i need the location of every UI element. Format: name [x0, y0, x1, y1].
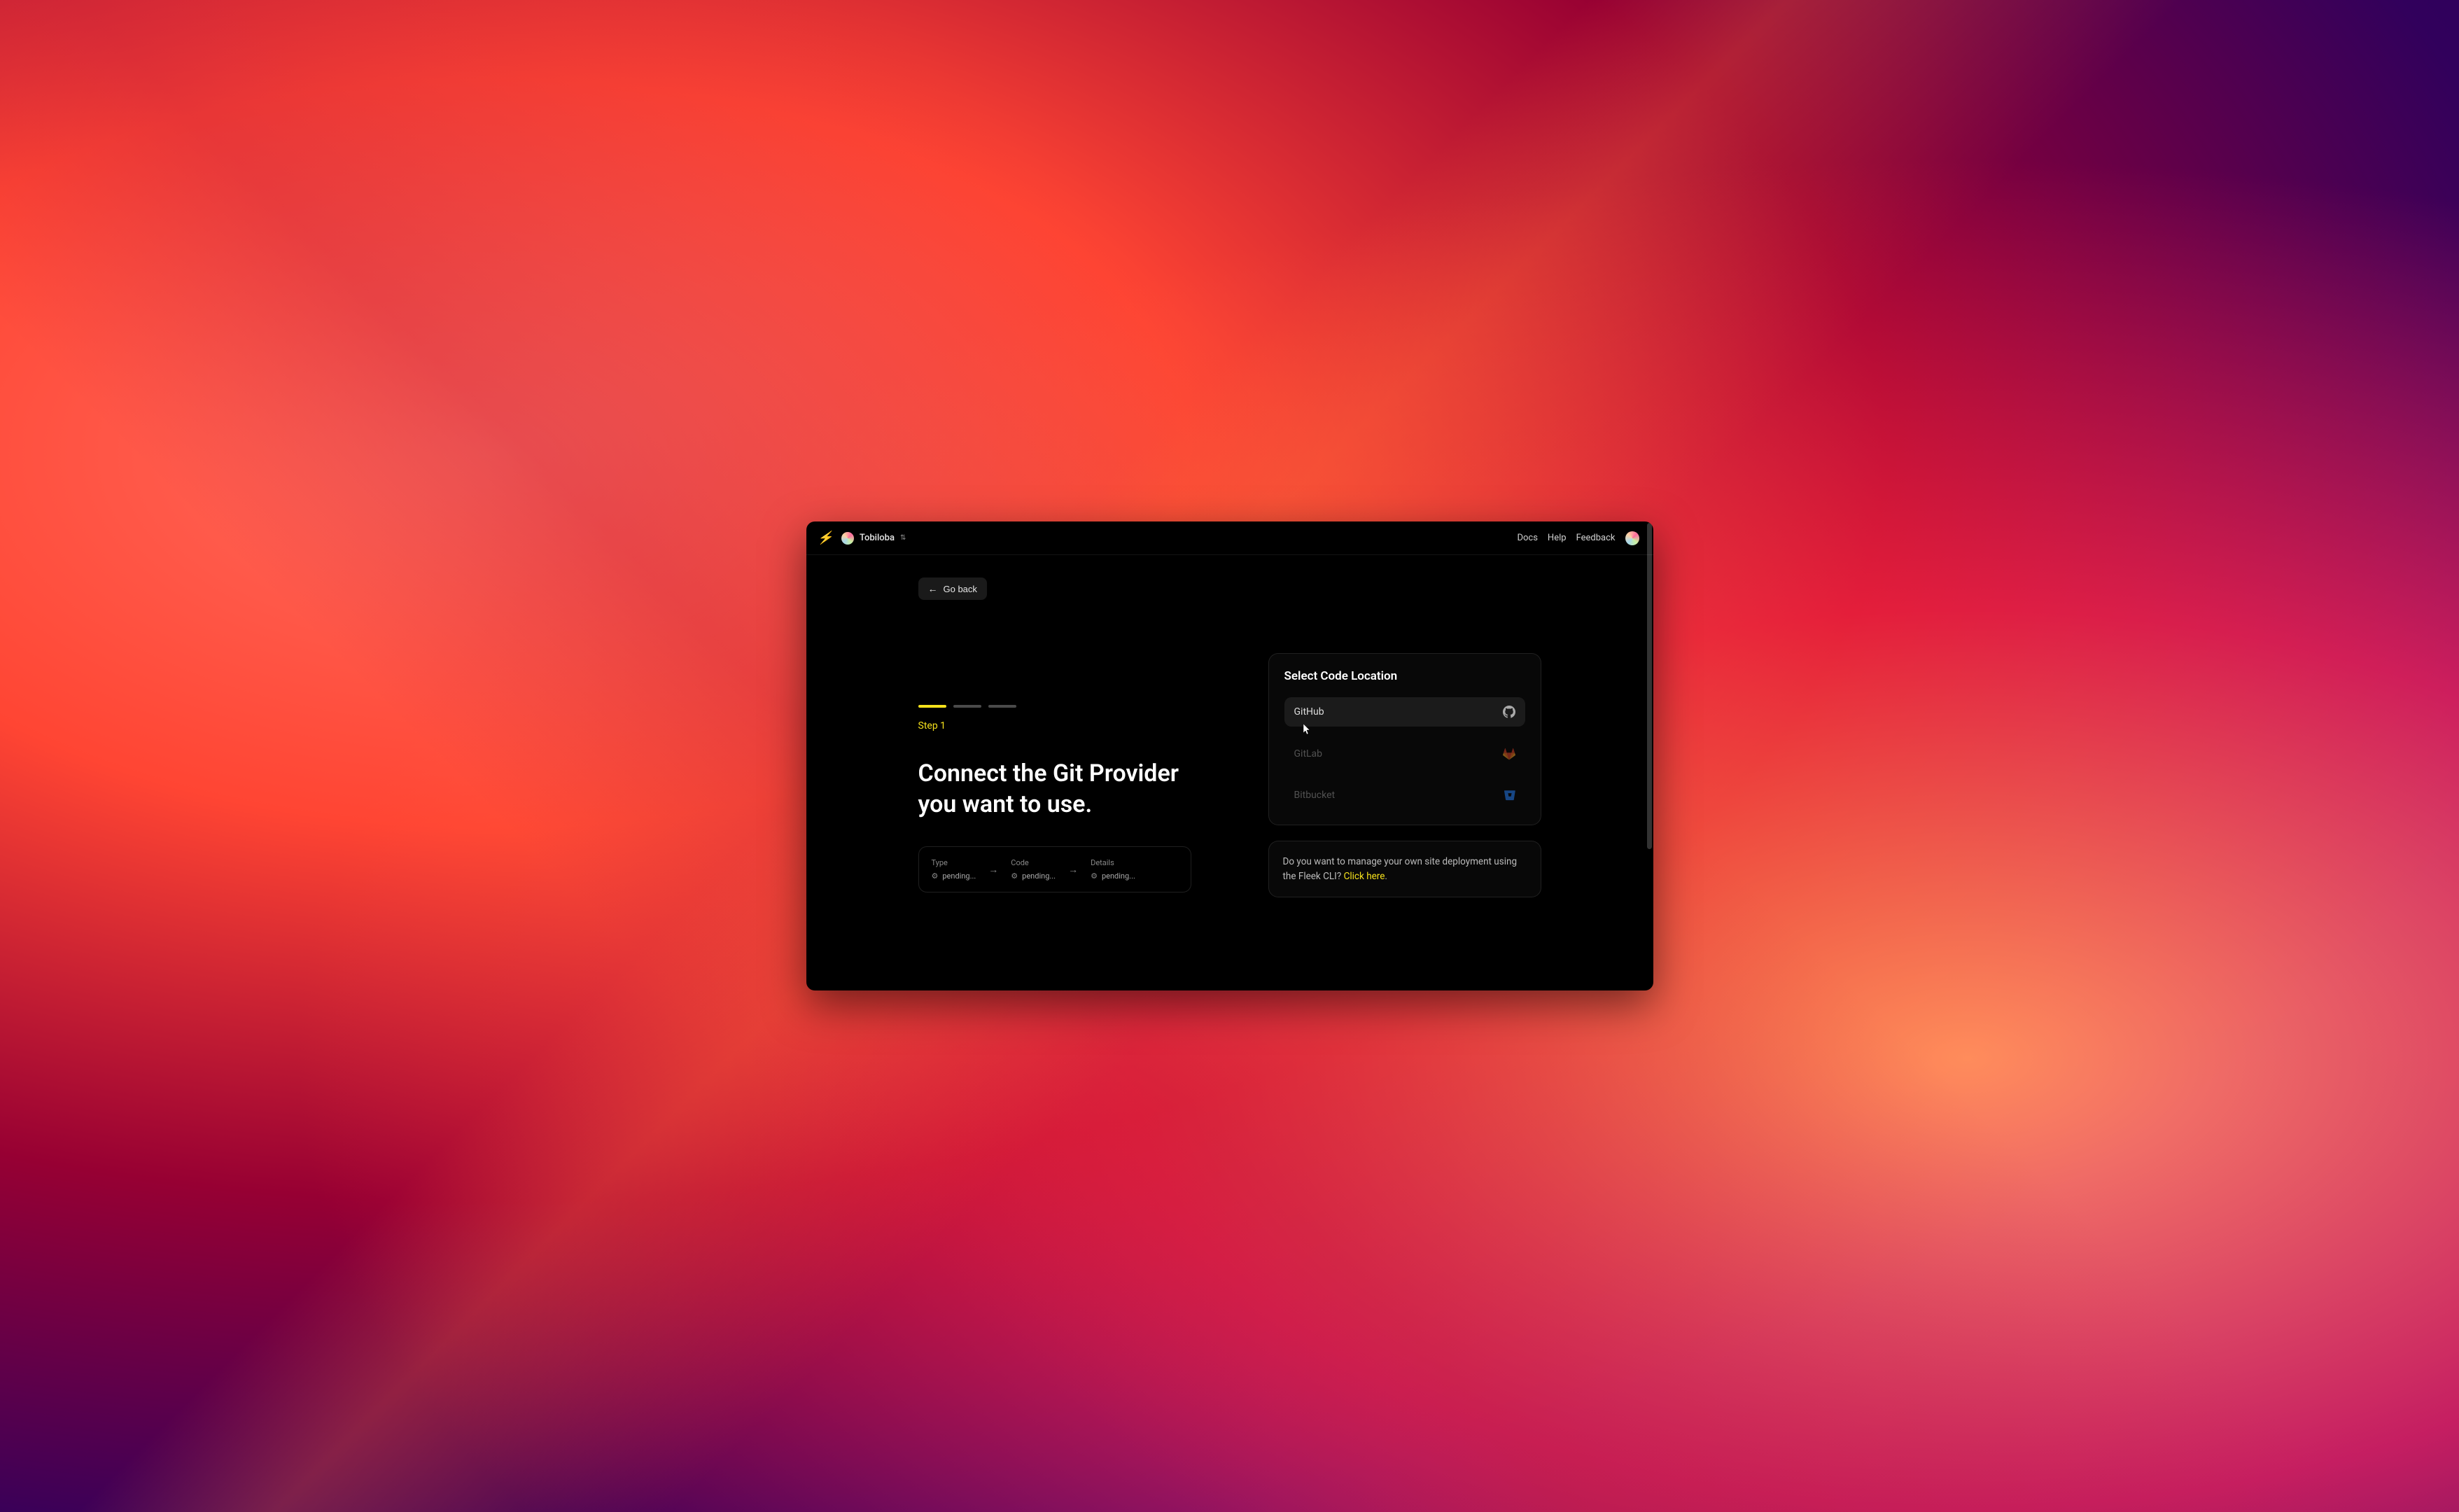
pending-details: Details ⚙ pending...	[1091, 858, 1135, 881]
code-location-panel: Select Code Location GitHub GitLab	[1268, 653, 1541, 825]
step-bar-1	[918, 705, 946, 708]
scrollbar-thumb[interactable]	[1647, 523, 1652, 849]
gear-icon: ⚙	[1091, 872, 1098, 881]
gitlab-icon	[1503, 748, 1515, 760]
cli-text-before: Do you want to manage your own site depl…	[1283, 856, 1518, 882]
nav-docs[interactable]: Docs	[1517, 533, 1537, 543]
bitbucket-icon	[1504, 790, 1515, 801]
pending-code-label: Code	[1011, 858, 1056, 867]
panel-title: Select Code Location	[1284, 669, 1525, 683]
provider-github[interactable]: GitHub	[1284, 697, 1525, 727]
header-left: ⚡ Tobiloba ⇅	[818, 531, 906, 545]
progress-steps	[918, 705, 1198, 708]
pending-code-value: pending...	[1022, 872, 1056, 881]
app-body: ← Go back Step 1 Connect the Git Provide…	[806, 555, 1653, 925]
arrow-left-icon: ←	[928, 583, 938, 594]
left-column: ← Go back Step 1 Connect the Git Provide…	[918, 578, 1198, 897]
pending-type-label: Type	[932, 858, 976, 867]
cli-text: Do you want to manage your own site depl…	[1283, 856, 1518, 882]
app-window: ⚡ Tobiloba ⇅ Docs Help Feedback ← Go bac…	[806, 522, 1653, 990]
step-bar-2	[953, 705, 981, 708]
arrow-right-icon: →	[988, 864, 998, 876]
pending-type: Type ⚙ pending...	[932, 858, 976, 881]
nav-help[interactable]: Help	[1548, 533, 1567, 543]
pending-details-label: Details	[1091, 858, 1135, 867]
pending-details-value-row: ⚙ pending...	[1091, 872, 1135, 881]
provider-bitbucket[interactable]: Bitbucket	[1284, 781, 1525, 809]
app-header: ⚡ Tobiloba ⇅ Docs Help Feedback	[806, 522, 1653, 555]
nav-feedback[interactable]: Feedback	[1576, 533, 1616, 543]
provider-list: GitHub GitLab	[1284, 697, 1525, 809]
step-bar-3	[988, 705, 1016, 708]
pending-code: Code ⚙ pending...	[1011, 858, 1056, 881]
gear-icon: ⚙	[1011, 872, 1018, 881]
cli-text-after: .	[1385, 871, 1387, 882]
gear-icon: ⚙	[932, 872, 939, 881]
cli-link[interactable]: Click here	[1344, 871, 1385, 882]
pending-card: Type ⚙ pending... → Code ⚙ pending... →	[918, 846, 1191, 892]
avatar	[841, 532, 854, 545]
step-label: Step 1	[918, 720, 1198, 732]
logo-lightning-icon: ⚡	[818, 531, 833, 545]
main-heading: Connect the Git Provider you want to use…	[918, 758, 1184, 820]
provider-gitlab[interactable]: GitLab	[1284, 739, 1525, 769]
pending-details-value: pending...	[1102, 872, 1135, 881]
github-icon	[1503, 706, 1515, 718]
provider-gitlab-label: GitLab	[1294, 748, 1323, 760]
header-right: Docs Help Feedback	[1517, 531, 1639, 545]
profile-avatar[interactable]	[1625, 531, 1639, 545]
arrow-right-icon: →	[1068, 864, 1078, 876]
user-selector[interactable]: Tobiloba ⇅	[841, 532, 906, 545]
chevron-updown-icon: ⇅	[900, 535, 906, 542]
go-back-button[interactable]: ← Go back	[918, 578, 987, 600]
go-back-label: Go back	[944, 584, 977, 594]
scrollbar-track[interactable]	[1647, 523, 1652, 989]
provider-github-label: GitHub	[1294, 706, 1324, 718]
pending-type-value: pending...	[942, 872, 976, 881]
user-name: Tobiloba	[860, 533, 895, 543]
pending-type-value-row: ⚙ pending...	[932, 872, 976, 881]
pending-code-value-row: ⚙ pending...	[1011, 872, 1056, 881]
right-column: Select Code Location GitHub GitLab	[1268, 578, 1541, 897]
cli-panel: Do you want to manage your own site depl…	[1268, 841, 1541, 897]
provider-bitbucket-label: Bitbucket	[1294, 790, 1336, 801]
